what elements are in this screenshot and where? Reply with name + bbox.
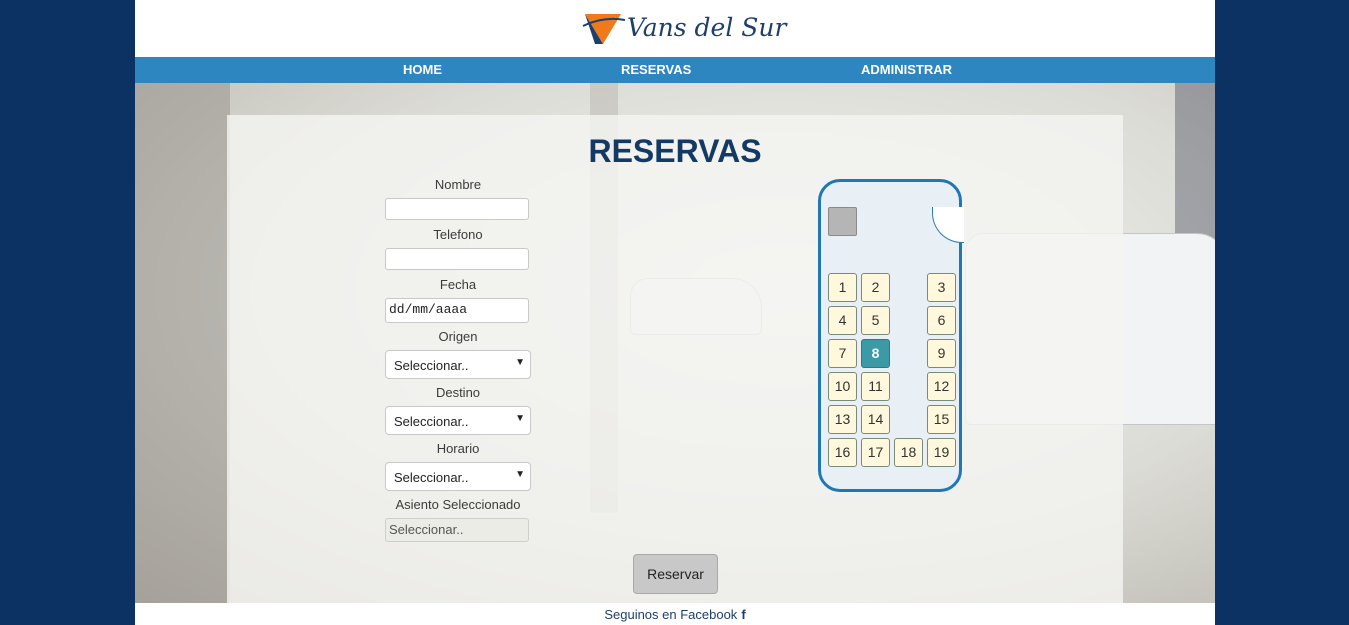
- seat-8[interactable]: 8: [861, 339, 890, 368]
- dropdown-arrow-icon: ▼: [515, 413, 525, 424]
- destino-select-value: Seleccionar..: [394, 414, 469, 429]
- destino-label: Destino: [435, 385, 481, 400]
- dropdown-arrow-icon: ▼: [515, 469, 525, 480]
- nav-administrar[interactable]: ADMINISTRAR: [861, 57, 952, 83]
- horario-label: Horario: [436, 441, 480, 456]
- seat-16[interactable]: 16: [828, 438, 857, 467]
- footer: Seguinos en Facebook f: [135, 603, 1215, 625]
- nav-home[interactable]: HOME: [403, 57, 442, 83]
- seat-5[interactable]: 5: [861, 306, 890, 335]
- logo-mark-icon: [582, 14, 626, 44]
- nombre-input[interactable]: [385, 198, 529, 220]
- nombre-label: Nombre: [434, 177, 482, 192]
- page-container: Vans del Sur HOME RESERVAS ADMINISTRAR R…: [135, 0, 1215, 625]
- seat-2[interactable]: 2: [861, 273, 890, 302]
- facebook-icon[interactable]: f: [741, 607, 745, 622]
- seat-6[interactable]: 6: [927, 306, 956, 335]
- asiento-label: Asiento Seleccionado: [395, 497, 521, 512]
- seat-3[interactable]: 3: [927, 273, 956, 302]
- seat-17[interactable]: 17: [861, 438, 890, 467]
- seat-12[interactable]: 12: [927, 372, 956, 401]
- bus-door: [932, 207, 964, 243]
- page-title: RESERVAS: [588, 133, 762, 169]
- facebook-link[interactable]: Seguinos en Facebook: [604, 607, 737, 622]
- seat-4[interactable]: 4: [828, 306, 857, 335]
- driver-seat: [828, 207, 857, 236]
- seat-7[interactable]: 7: [828, 339, 857, 368]
- seat-15[interactable]: 15: [927, 405, 956, 434]
- main-nav: HOME RESERVAS ADMINISTRAR: [135, 57, 1215, 83]
- terminal-wall: [135, 83, 230, 603]
- nav-reservas[interactable]: RESERVAS: [621, 57, 691, 83]
- bus-seat-map: 1 2 3 4 5 6 7 8 9 10 11 12 13 14 15 16 17 18 19: [818, 179, 964, 492]
- brand-logo[interactable]: Vans del Sur: [581, 10, 786, 48]
- seat-11[interactable]: 11: [861, 372, 890, 401]
- header: Vans del Sur: [135, 0, 1215, 57]
- fecha-label: Fecha: [439, 277, 477, 292]
- seat-10[interactable]: 10: [828, 372, 857, 401]
- seat-9[interactable]: 9: [927, 339, 956, 368]
- origen-select-value: Seleccionar..: [394, 358, 469, 373]
- seat-18[interactable]: 18: [894, 438, 923, 467]
- dropdown-arrow-icon: ▼: [515, 357, 525, 368]
- horario-select-value: Seleccionar..: [394, 470, 469, 485]
- origen-label: Origen: [438, 329, 478, 344]
- telefono-input[interactable]: [385, 248, 529, 270]
- fecha-input[interactable]: dd/mm/aaaa: [385, 298, 529, 323]
- seat-13[interactable]: 13: [828, 405, 857, 434]
- destino-select[interactable]: Seleccionar.. ▼: [385, 406, 531, 435]
- origen-select[interactable]: Seleccionar.. ▼: [385, 350, 531, 379]
- brand-name: Vans del Sur: [627, 13, 787, 42]
- horario-select[interactable]: Seleccionar.. ▼: [385, 462, 531, 491]
- seat-14[interactable]: 14: [861, 405, 890, 434]
- telefono-label: Telefono: [433, 227, 483, 242]
- reservation-panel: RESERVAS Nombre Telefono Fecha dd/mm/aaa…: [227, 115, 1123, 620]
- asiento-input: Seleccionar..: [385, 518, 529, 542]
- seat-1[interactable]: 1: [828, 273, 857, 302]
- seat-19[interactable]: 19: [927, 438, 956, 467]
- reservar-button[interactable]: Reservar: [633, 554, 718, 594]
